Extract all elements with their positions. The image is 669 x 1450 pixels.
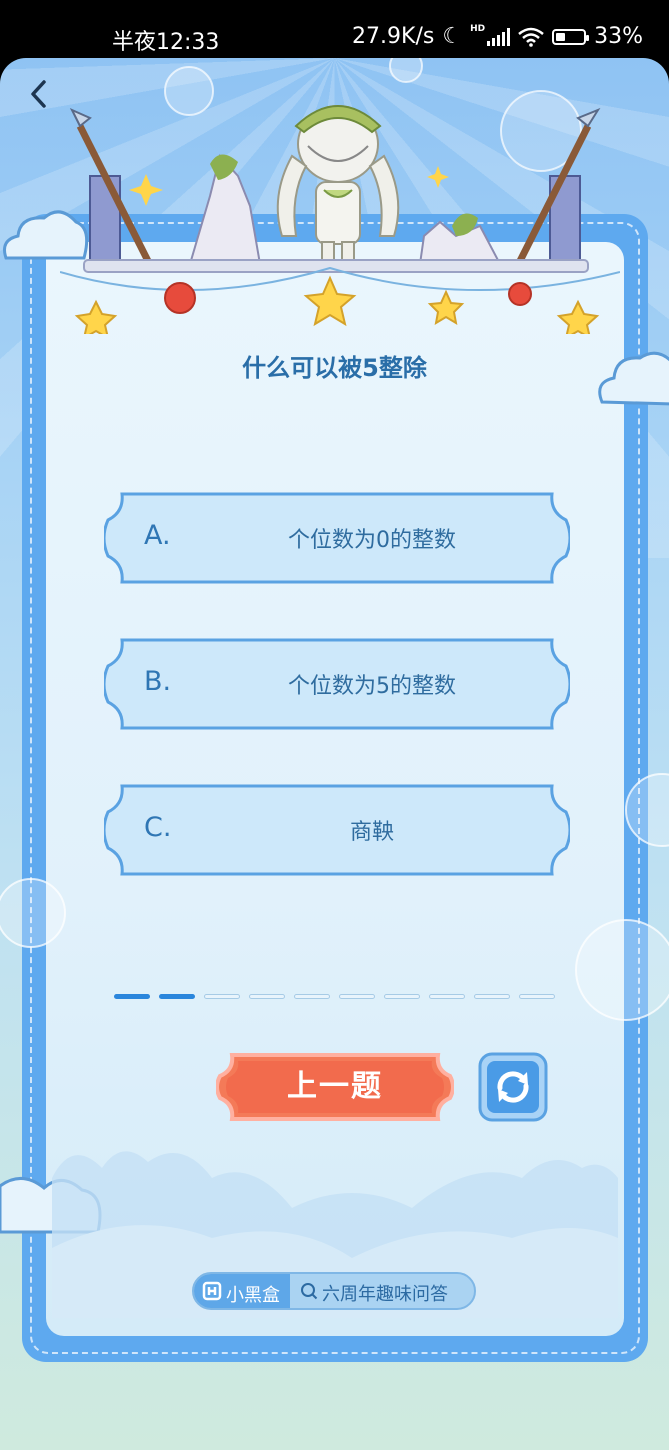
progress-segment: [159, 994, 195, 999]
castle-character-illustration: [69, 105, 601, 273]
option-text: 个位数为0的整数: [288, 528, 456, 553]
signal-icon: [487, 27, 511, 46]
battery-icon: [552, 28, 590, 45]
previous-question-label: 上一题: [287, 1069, 383, 1104]
progress-indicator: [114, 994, 555, 999]
option-letter: B.: [144, 666, 172, 697]
bubble-decoration: [0, 878, 66, 948]
progress-segment: [294, 994, 330, 999]
bubble-decoration: [625, 773, 669, 847]
network-speed: 27.9K/s: [352, 24, 435, 49]
status-indicators: 27.9K/s ☾ HD 33%: [352, 24, 643, 49]
question-title: 什么可以被5整除: [242, 354, 427, 382]
option-text: 个位数为5的整数: [288, 674, 456, 699]
previous-question-button[interactable]: 上一题: [215, 1052, 455, 1122]
progress-segment: [429, 994, 465, 999]
brand-topic: 六周年趣味问答: [322, 1284, 448, 1305]
search-icon: [301, 1283, 318, 1300]
wifi-icon: [518, 27, 544, 47]
option-a[interactable]: A. 个位数为0的整数: [104, 490, 570, 586]
cloud-decoration: [3, 210, 89, 260]
bubble-decoration: [575, 919, 669, 1021]
refresh-icon[interactable]: [478, 1052, 548, 1122]
option-c[interactable]: C. 商鞅: [104, 782, 570, 878]
battery-percent: 33%: [594, 24, 643, 49]
progress-segment: [384, 994, 420, 999]
brand-badge: 小黑盒 六周年趣味问答: [192, 1272, 476, 1310]
option-letter: C.: [144, 812, 172, 843]
status-bar: 半夜12:33 27.9K/s ☾ HD 33%: [0, 0, 669, 62]
brand-section: 小黑盒: [194, 1274, 290, 1308]
progress-segment: [339, 994, 375, 999]
brand-name: 小黑盒: [226, 1285, 280, 1306]
progress-segment: [474, 994, 510, 999]
back-arrow-icon[interactable]: [20, 74, 60, 114]
progress-segment: [249, 994, 285, 999]
option-text: 商鞅: [349, 820, 394, 845]
option-letter: A.: [144, 520, 171, 551]
brand-logo-icon: [202, 1281, 222, 1301]
moon-icon: ☾: [442, 24, 463, 49]
progress-segment: [519, 994, 555, 999]
status-time: 半夜12:33: [112, 30, 220, 55]
progress-segment: [114, 994, 150, 999]
hd-label: HD: [470, 24, 486, 34]
progress-segment: [204, 994, 240, 999]
bubble-decoration: [389, 58, 423, 83]
quiz-screen: 什么可以被5整除 A. 个位数为0的整数 B. 个位数为5的整数 C. 商鞅 上…: [0, 58, 669, 1450]
garland-decoration: [60, 266, 620, 334]
option-b[interactable]: B. 个位数为5的整数: [104, 636, 570, 732]
